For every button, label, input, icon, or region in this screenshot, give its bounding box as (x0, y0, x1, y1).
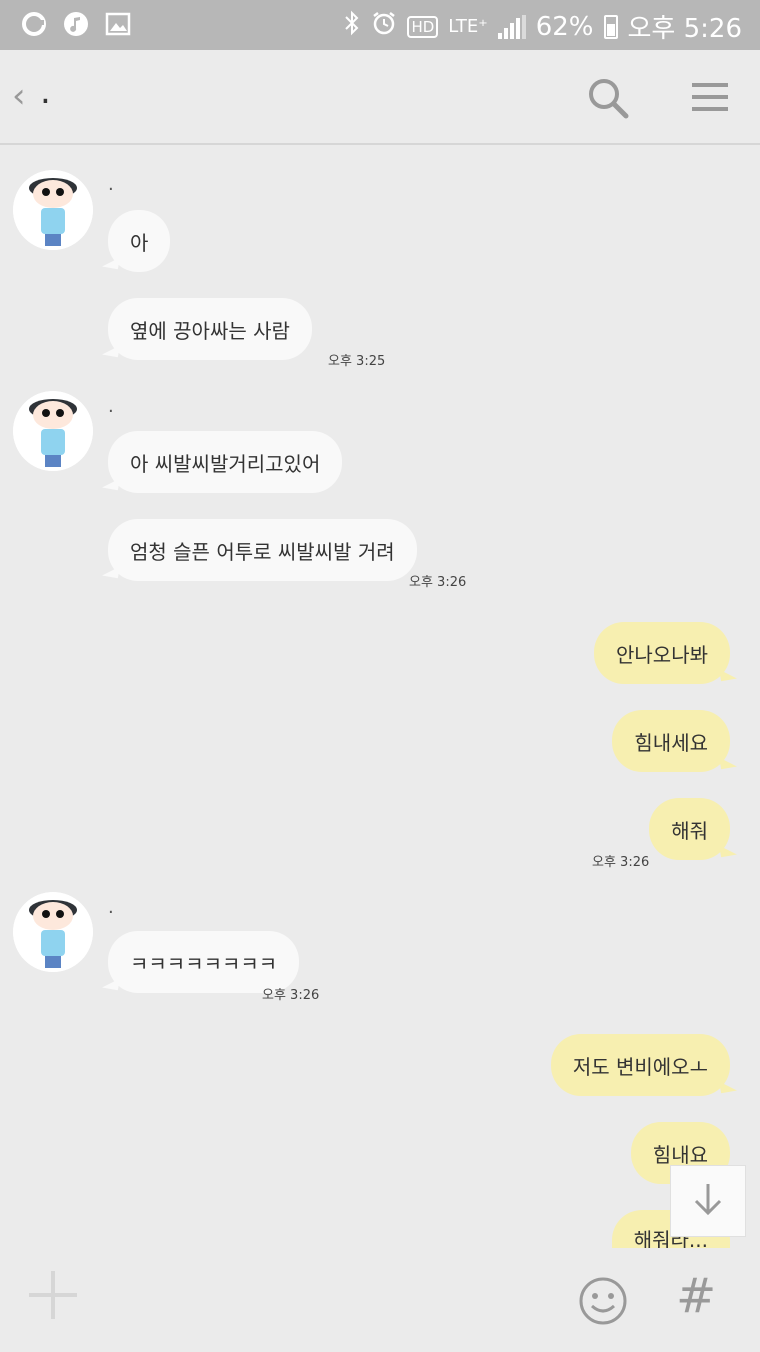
message-time: 오후 3:26 (592, 855, 650, 870)
chat-header: ‹ . (0, 50, 760, 145)
music-icon (62, 10, 90, 38)
message-text: 저도 변비에오ㅗ (572, 1054, 708, 1079)
message-time: 오후 3:26 (262, 988, 320, 1003)
message-bubble[interactable]: 엄청 슬픈 어투로 씨발씨발 거려 (108, 519, 417, 581)
lte-icon: LTE⁺ (448, 16, 488, 37)
sender-name: . (108, 174, 114, 195)
message-text: ㅋㅋㅋㅋㅋㅋㅋㅋ (130, 951, 278, 976)
message-bubble[interactable]: 저도 변비에오ㅗ (550, 1034, 730, 1096)
emoji-icon[interactable] (578, 1276, 628, 1326)
gallery-icon (104, 10, 132, 38)
message-text: 아 (130, 230, 149, 255)
signal-icon (497, 14, 526, 39)
message-time: 오후 3:25 (328, 354, 386, 369)
message-bubble[interactable]: 아 (108, 210, 171, 272)
message-text: 안나오나봐 (616, 642, 708, 667)
avatar[interactable] (13, 170, 93, 250)
message-text: 아 씨발씨발거리고있어 (130, 451, 321, 476)
avatar[interactable] (13, 391, 93, 471)
message-text: 옆에 끙아싸는 사람 (130, 318, 290, 343)
message-bubble[interactable]: 해줘 (649, 798, 730, 860)
sender-name: . (108, 396, 114, 417)
olleh-icon (20, 10, 48, 38)
message-bubble[interactable]: 아 씨발씨발거리고있어 (108, 431, 343, 493)
arrow-down-icon (692, 1181, 724, 1221)
battery-percent: 62% (535, 11, 594, 42)
message-bubble[interactable]: 힘내세요 (612, 710, 730, 772)
status-left (20, 10, 132, 38)
battery-icon (603, 14, 618, 39)
message-text: 힘내세요 (634, 730, 708, 755)
scroll-down-button[interactable] (670, 1165, 746, 1237)
search-icon[interactable] (586, 76, 630, 120)
hash-icon[interactable]: # (676, 1268, 716, 1324)
message-time: 오후 3:26 (409, 575, 467, 590)
message-text: 힘내요 (652, 1142, 708, 1167)
alarm-icon (371, 10, 397, 43)
sender-name: . (108, 897, 114, 918)
chat-title: . (40, 72, 51, 112)
menu-icon[interactable] (690, 80, 730, 114)
plus-icon[interactable] (26, 1268, 80, 1322)
bluetooth-icon (343, 10, 361, 43)
status-right: HD LTE⁺ 62% 오후 5:26 (343, 8, 742, 45)
back-icon[interactable]: ‹ (12, 76, 26, 116)
input-bar: # (0, 1248, 760, 1352)
hd-icon: HD (407, 15, 439, 38)
message-text: 엄청 슬픈 어투로 씨발씨발 거려 (130, 539, 395, 564)
avatar[interactable] (13, 892, 93, 972)
status-time: 오후 5:26 (627, 14, 743, 44)
message-text: 해줘 (671, 818, 708, 843)
status-bar: HD LTE⁺ 62% 오후 5:26 (0, 0, 760, 50)
message-bubble[interactable]: 안나오나봐 (594, 622, 730, 684)
message-bubble[interactable]: 옆에 끙아싸는 사람 (108, 298, 312, 360)
